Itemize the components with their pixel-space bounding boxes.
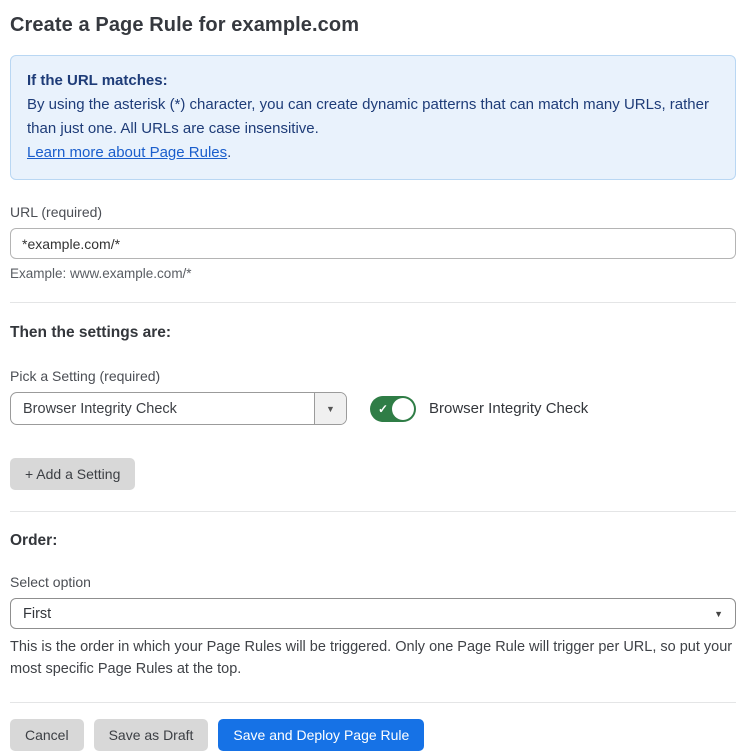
setting-dropdown[interactable]: Browser Integrity Check ▼: [10, 392, 347, 425]
order-helper-text: This is the order in which your Page Rul…: [10, 636, 736, 681]
info-box-link-line: Learn more about Page Rules.: [27, 141, 719, 165]
settings-section-heading: Then the settings are:: [10, 324, 736, 342]
order-section-heading: Order:: [10, 532, 736, 550]
setting-dropdown-arrow-button[interactable]: ▼: [314, 393, 346, 424]
add-setting-button[interactable]: + Add a Setting: [10, 458, 135, 490]
page-title: Create a Page Rule for example.com: [10, 14, 736, 37]
divider: [10, 511, 736, 512]
url-field-label: URL (required): [10, 204, 736, 220]
chevron-down-icon: ▼: [714, 609, 723, 619]
save-and-deploy-button[interactable]: Save and Deploy Page Rule: [218, 719, 424, 751]
info-box-body: By using the asterisk (*) character, you…: [27, 93, 719, 141]
pick-setting-label: Pick a Setting (required): [10, 368, 736, 384]
info-box-heading: If the URL matches:: [27, 69, 719, 93]
order-select[interactable]: First ▼: [10, 598, 736, 629]
page-rule-form: Create a Page Rule for example.com If th…: [0, 0, 750, 751]
link-suffix: .: [227, 144, 231, 161]
cancel-button[interactable]: Cancel: [10, 719, 84, 751]
setting-row: Browser Integrity Check ▼ ✓ Browser Inte…: [10, 392, 736, 425]
order-select-value: First: [23, 606, 51, 622]
setting-dropdown-value: Browser Integrity Check: [11, 393, 314, 424]
toggle-knob: [392, 398, 414, 420]
url-match-info-box: If the URL matches: By using the asteris…: [10, 55, 736, 180]
url-input[interactable]: [10, 228, 736, 259]
divider: [10, 302, 736, 303]
url-example-helper: Example: www.example.com/*: [10, 266, 736, 281]
check-icon: ✓: [378, 402, 388, 416]
divider: [10, 702, 736, 703]
learn-more-link[interactable]: Learn more about Page Rules: [27, 144, 227, 161]
save-as-draft-button[interactable]: Save as Draft: [94, 719, 209, 751]
actions-row: Cancel Save as Draft Save and Deploy Pag…: [10, 719, 736, 751]
toggle-label: Browser Integrity Check: [429, 400, 588, 417]
browser-integrity-check-toggle[interactable]: ✓: [370, 396, 416, 422]
toggle-wrap: ✓ Browser Integrity Check: [370, 396, 588, 422]
select-option-label: Select option: [10, 574, 736, 590]
chevron-down-icon: ▼: [326, 404, 335, 414]
